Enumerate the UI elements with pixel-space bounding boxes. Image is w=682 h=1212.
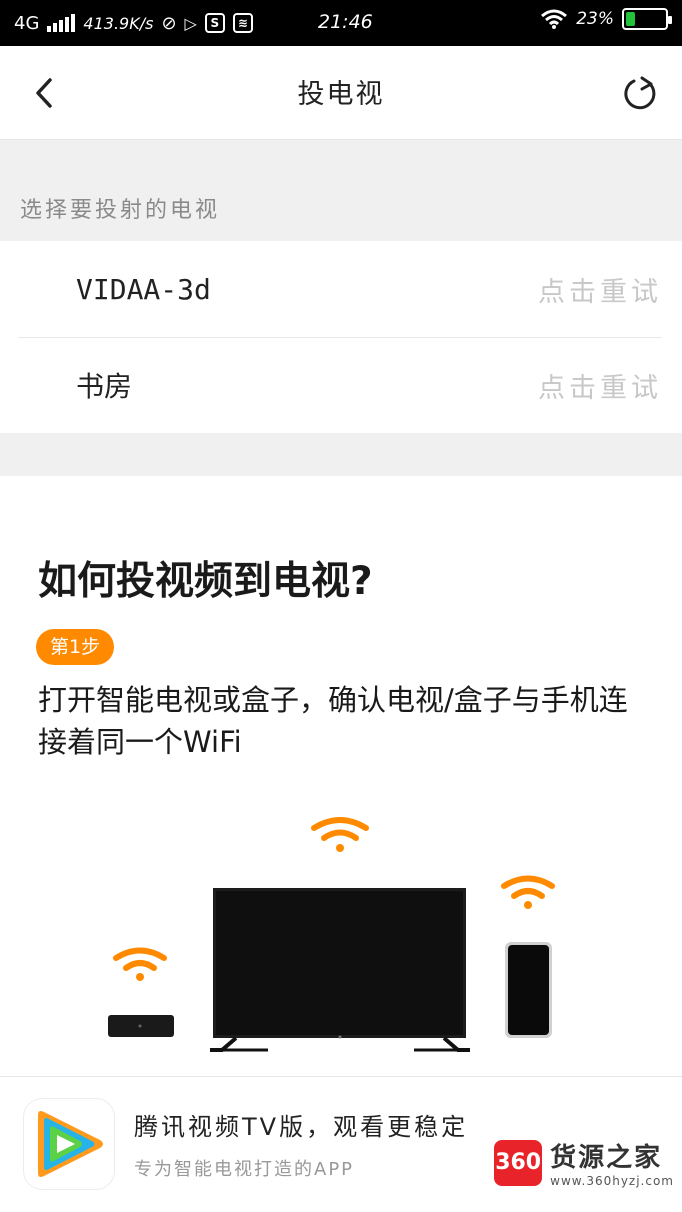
charging-icon: ⚡ [640, 11, 650, 27]
wifi-icon [311, 817, 369, 852]
wifi-icon [113, 947, 167, 981]
retry-button[interactable]: 点击重试 [538, 366, 662, 405]
watermark-url: www.360hyzj.com [550, 1174, 674, 1188]
battery-icon: ⚡ [622, 8, 672, 30]
sync-icon: ⊘ [161, 12, 177, 34]
step-badge: 第1步 [36, 629, 115, 665]
clock: 21:46 [318, 11, 373, 33]
banner-subtitle: 专为智能电视打造的APP [134, 1159, 355, 1180]
section-label: 选择要投射的电视 [20, 198, 221, 223]
retry-button[interactable]: 点击重试 [538, 270, 662, 309]
wifi-icon [541, 9, 568, 29]
status-bar: 4G 413.9K/s ⊘ ▷ S ≋ 21:46 23% ⚡ [0, 0, 682, 46]
device-name: 书房 [76, 370, 133, 403]
network-type: 4G [14, 12, 40, 34]
s-app-icon: S [204, 13, 225, 33]
status-right: 23% ⚡ [540, 8, 672, 30]
tencent-video-logo [24, 1099, 114, 1189]
image-icon: ≋ [232, 13, 253, 33]
play-icon: ▷ [184, 13, 197, 33]
refresh-icon [624, 76, 656, 110]
setup-illustration [108, 817, 555, 1052]
phone-icon [505, 942, 552, 1038]
app-promo-banner[interactable]: 腾讯视频TV版，观看更稳定 专为智能电视打造的APP 360 货源之家 www.… [0, 1076, 682, 1212]
battery-percent: 23% [576, 9, 614, 29]
status-left: 4G 413.9K/s ⊘ ▷ S ≋ [14, 13, 253, 34]
device-row-vidaa[interactable]: VIDAA-3d 点击重试 [0, 241, 682, 337]
watermark-logo: 360 [494, 1139, 543, 1186]
cast-guide: 如何投视频到电视? 第1步 打开智能电视或盒子，确认电视/盒子与手机连接着同一个… [0, 476, 682, 1076]
banner-title: 腾讯视频TV版，观看更稳定 [134, 1113, 469, 1141]
wifi-icon [501, 875, 555, 909]
device-list: VIDAA-3d 点击重试 书房 点击重试 [0, 241, 682, 433]
signal-icon [47, 14, 76, 32]
device-name: VIDAA-3d [76, 272, 211, 306]
tv-icon [210, 888, 470, 1052]
guide-title: 如何投视频到电视? [38, 559, 373, 604]
refresh-button[interactable] [616, 70, 664, 118]
watermark: 360 货源之家 www.360hyzj.com [494, 1137, 674, 1188]
play-logo-icon [38, 1111, 103, 1177]
step-description: 打开智能电视或盒子，确认电视/盒子与手机连接着同一个WiFi [38, 683, 628, 759]
device-row-study[interactable]: 书房 点击重试 [0, 337, 682, 433]
watermark-text: 货源之家 www.360hyzj.com [550, 1137, 674, 1188]
device-section: 选择要投射的电视 VIDAA-3d 点击重试 书房 点击重试 [0, 140, 682, 476]
page-title: 投电视 [297, 79, 385, 110]
network-speed: 413.9K/s [83, 13, 154, 33]
tv-box-icon [108, 1015, 174, 1037]
battery-level [626, 12, 635, 26]
header: 投电视 [0, 46, 682, 140]
watermark-brand: 货源之家 [550, 1143, 663, 1173]
